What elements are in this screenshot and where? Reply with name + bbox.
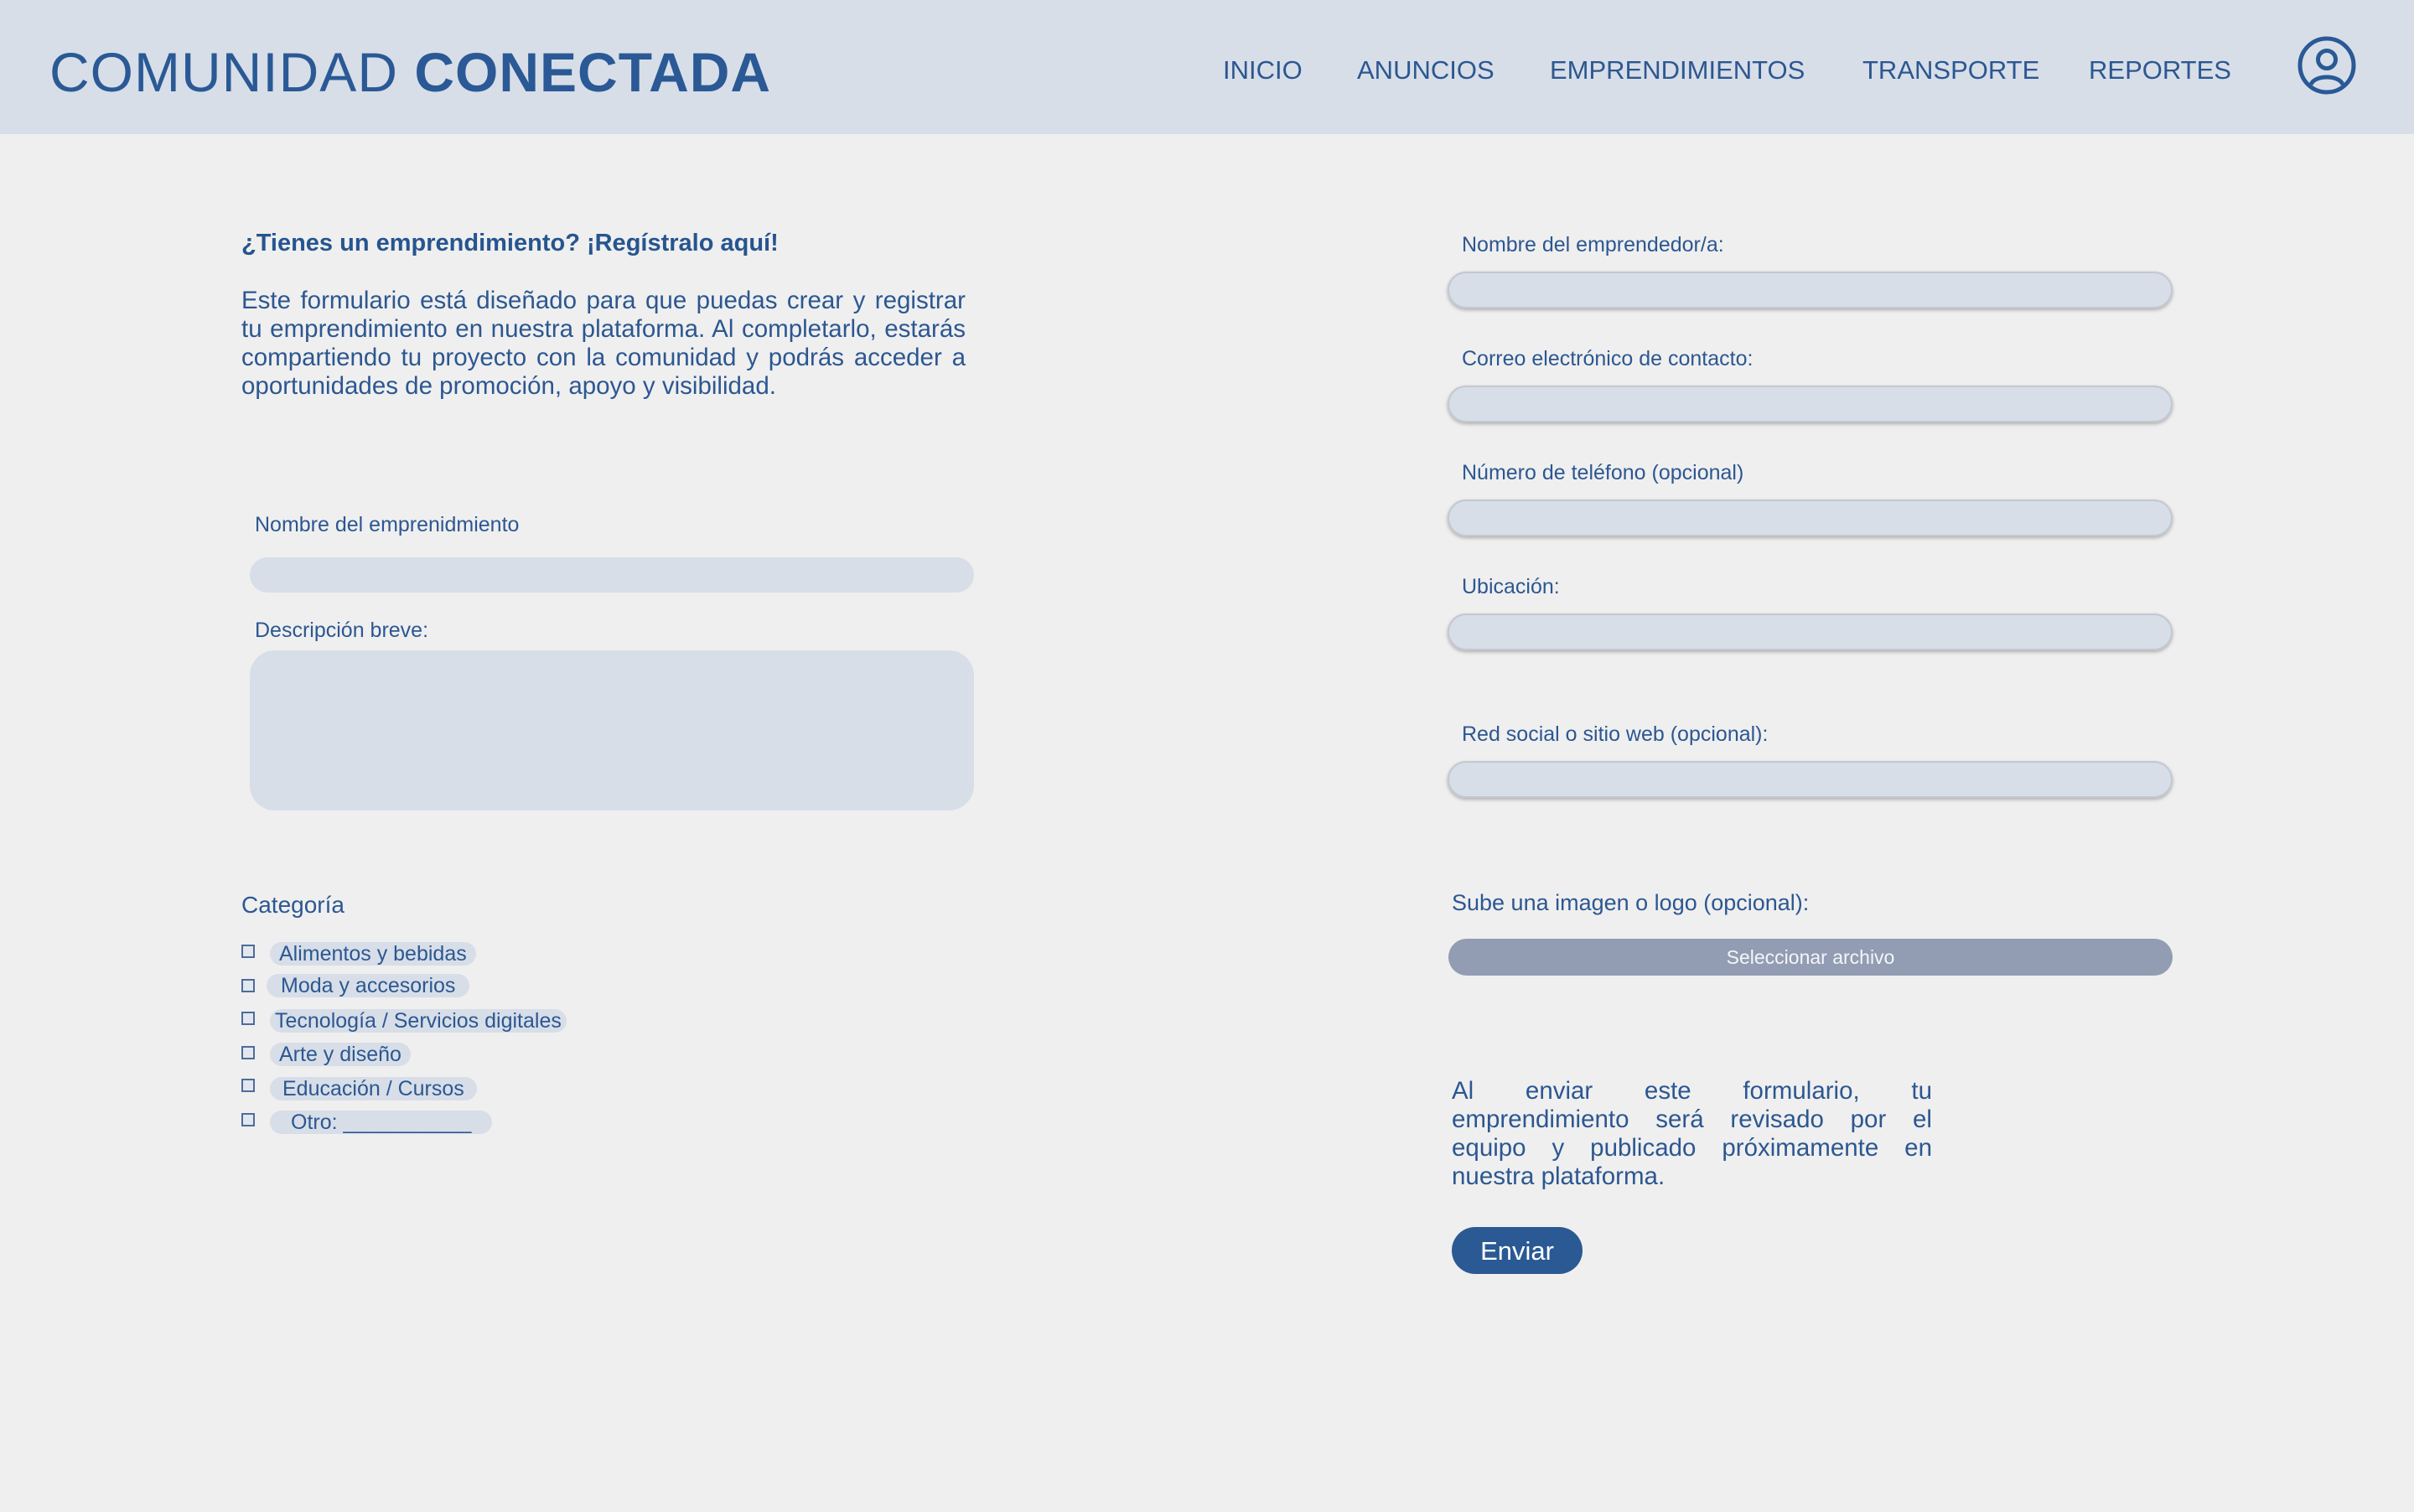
description-label: Descripción breve: <box>255 619 429 642</box>
owner-name-label: Nombre del emprendedor/a: <box>1462 233 1724 256</box>
business-name-input[interactable] <box>250 557 974 593</box>
submission-note: Al enviar este formulario, tu emprendimi… <box>1452 1077 1932 1190</box>
category-checkbox-food[interactable] <box>241 945 255 958</box>
submit-button[interactable]: Enviar <box>1452 1227 1583 1274</box>
nav-transporte[interactable]: TRANSPORTE <box>1862 55 2039 85</box>
upload-label: Sube una imagen o logo (opcional): <box>1452 890 1810 915</box>
category-label-other[interactable]: Otro: ___________ <box>270 1111 493 1134</box>
user-circle-icon[interactable] <box>2297 35 2357 96</box>
nav-inicio[interactable]: INICIO <box>1223 55 1303 85</box>
nav-emprendimientos[interactable]: EMPRENDIMIENTOS <box>1550 55 1805 85</box>
social-input[interactable] <box>1448 761 2173 798</box>
main-nav: INICIO ANUNCIOS EMPRENDIMIENTOS TRANSPOR… <box>0 55 2414 85</box>
top-header: COMUNIDAD CONECTADA INICIO ANUNCIOS EMPR… <box>0 0 2414 134</box>
form-intro: Este formulario está diseñado para que p… <box>241 287 966 400</box>
nav-anuncios[interactable]: ANUNCIOS <box>1357 55 1495 85</box>
form-title: ¿Tienes un emprendimiento? ¡Regístralo a… <box>241 230 779 256</box>
category-label-tech[interactable]: Tecnología / Servicios digitales <box>270 1009 567 1033</box>
category-label-art[interactable]: Arte y diseño <box>270 1043 411 1066</box>
email-label: Correo electrónico de contacto: <box>1462 347 1754 370</box>
business-name-label: Nombre del emprenidmiento <box>255 513 520 536</box>
location-input[interactable] <box>1448 614 2173 650</box>
category-checkbox-tech[interactable] <box>241 1012 255 1025</box>
select-file-button[interactable]: Seleccionar archivo <box>1448 939 2173 976</box>
description-textarea[interactable] <box>250 650 974 810</box>
category-checkbox-fashion[interactable] <box>241 979 255 992</box>
phone-input[interactable] <box>1448 500 2173 536</box>
category-label-food[interactable]: Alimentos y bebidas <box>270 942 476 966</box>
category-heading: Categoría <box>241 892 344 918</box>
phone-label: Número de teléfono (opcional) <box>1462 461 1744 484</box>
email-input[interactable] <box>1448 386 2173 422</box>
category-checkbox-art[interactable] <box>241 1046 255 1059</box>
location-label: Ubicación: <box>1462 575 1560 598</box>
category-checkbox-other[interactable] <box>241 1113 255 1126</box>
owner-name-input[interactable] <box>1448 272 2173 308</box>
nav-reportes[interactable]: REPORTES <box>2089 55 2231 85</box>
category-label-fashion[interactable]: Moda y accesorios <box>267 974 470 997</box>
social-label: Red social o sitio web (opcional): <box>1462 722 1769 746</box>
category-label-education[interactable]: Educación / Cursos <box>270 1077 477 1100</box>
category-checkbox-education[interactable] <box>241 1079 255 1092</box>
